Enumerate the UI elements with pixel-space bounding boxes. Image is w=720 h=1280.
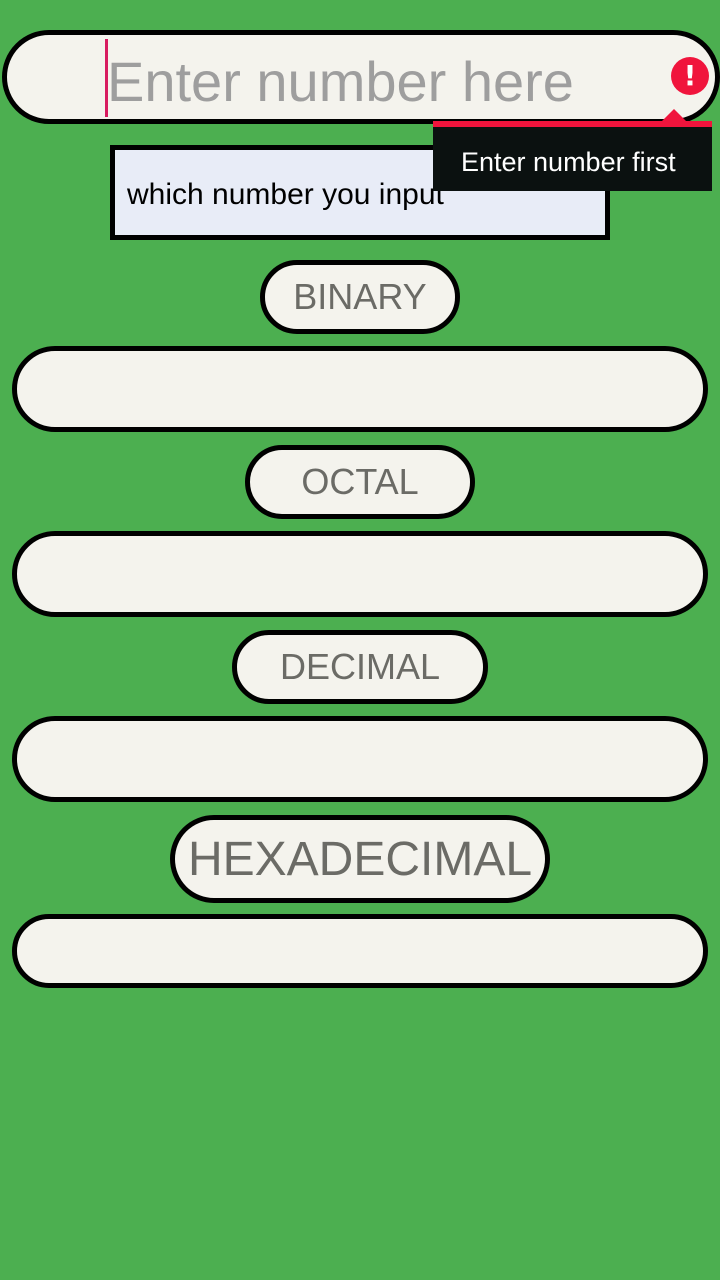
hexadecimal-button[interactable]: HEXADECIMAL bbox=[170, 815, 550, 903]
error-icon[interactable]: ! bbox=[671, 57, 709, 95]
decimal-button[interactable]: DECIMAL bbox=[232, 630, 488, 704]
octal-button-label: OCTAL bbox=[301, 461, 419, 502]
number-input-placeholder: Enter number here bbox=[107, 50, 574, 113]
screen: Enter number here ! which number you inp… bbox=[0, 0, 720, 1280]
hexadecimal-button-label: HEXADECIMAL bbox=[187, 832, 533, 886]
number-input[interactable]: Enter number here ! bbox=[2, 30, 720, 124]
decimal-button-label: DECIMAL bbox=[279, 646, 441, 687]
error-tooltip: Enter number first bbox=[433, 109, 712, 191]
hexadecimal-output-field[interactable] bbox=[12, 914, 708, 988]
binary-output-field[interactable] bbox=[12, 346, 708, 432]
info-label: which number you input bbox=[127, 178, 444, 211]
octal-output-field[interactable] bbox=[12, 531, 708, 617]
decimal-output-field[interactable] bbox=[12, 716, 708, 802]
octal-button[interactable]: OCTAL bbox=[245, 445, 475, 519]
binary-button-label: BINARY bbox=[293, 276, 427, 317]
binary-button[interactable]: BINARY bbox=[260, 260, 460, 334]
error-tooltip-text: Enter number first bbox=[461, 147, 676, 177]
